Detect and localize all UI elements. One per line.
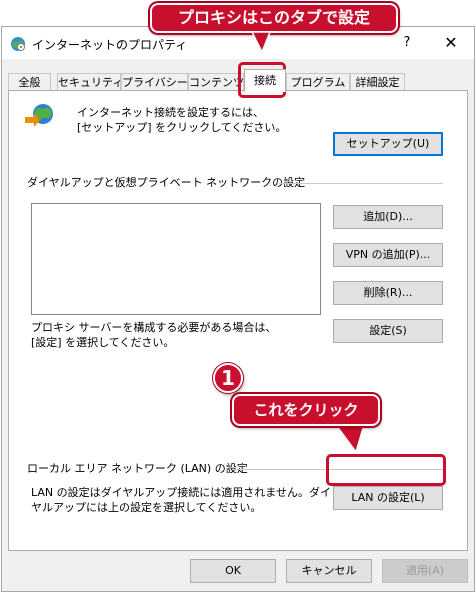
settings-button[interactable]: 設定(S)	[333, 319, 443, 343]
proxy-description-line1: プロキシ サーバーを構成する必要がある場合は、	[31, 321, 277, 334]
lan-settings-highlight	[326, 454, 446, 486]
lan-description-line1: LAN の設定はダイヤルアップ接続には適用されません。ダイ	[31, 486, 331, 499]
remove-button[interactable]: 削除(R)...	[333, 281, 443, 305]
tab-connections[interactable]: 接続	[244, 69, 286, 92]
internet-properties-dialog: インターネットのプロパティ ? ✕ 全般 セキュリティ プライバシー コンテンツ…	[1, 26, 475, 592]
connections-listbox[interactable]	[31, 203, 321, 315]
proxy-tab-callout: プロキシはこのタブで設定	[150, 3, 398, 33]
window-title: インターネットのプロパティ	[32, 38, 188, 52]
close-button[interactable]: ✕	[434, 31, 468, 55]
dialup-vpn-heading: ダイヤルアップと仮想プライベート ネットワークの設定	[27, 176, 306, 189]
lan-settings-button[interactable]: LAN の設定(L)	[333, 486, 443, 510]
dialup-divider	[279, 183, 443, 184]
setup-description-line2: [セットアップ] をクリックしてください。	[77, 121, 287, 134]
ok-button[interactable]: OK	[190, 559, 276, 583]
globe-connection-icon	[25, 104, 53, 127]
add-button[interactable]: 追加(D)...	[333, 205, 443, 229]
add-vpn-button[interactable]: VPN の追加(P)...	[333, 243, 443, 267]
lan-description-line2: ヤルアップには上の設定を選択してください。	[31, 501, 262, 514]
tab-privacy[interactable]: プライバシー	[121, 73, 188, 91]
lan-settings-heading: ローカル エリア ネットワーク (LAN) の設定	[27, 462, 248, 475]
setup-button[interactable]: セットアップ(U)	[333, 132, 443, 156]
tab-advanced[interactable]: 詳細設定	[350, 73, 405, 91]
help-button[interactable]: ?	[390, 31, 424, 55]
tab-programs[interactable]: プログラム	[286, 73, 350, 91]
cancel-button[interactable]: キャンセル	[286, 559, 372, 583]
click-here-callout: これをクリック	[232, 394, 380, 426]
internet-options-icon	[11, 37, 25, 51]
proxy-description-line2: [設定] を選択してください。	[31, 336, 175, 349]
tab-general[interactable]: 全般	[8, 73, 51, 91]
setup-description-line1: インターネット接続を設定するには、	[77, 106, 264, 119]
tab-security[interactable]: セキュリティ	[57, 73, 121, 91]
apply-button[interactable]: 適用(A)	[382, 559, 468, 583]
step-number-badge: 1	[213, 363, 243, 393]
tab-content[interactable]: コンテンツ	[188, 73, 244, 91]
